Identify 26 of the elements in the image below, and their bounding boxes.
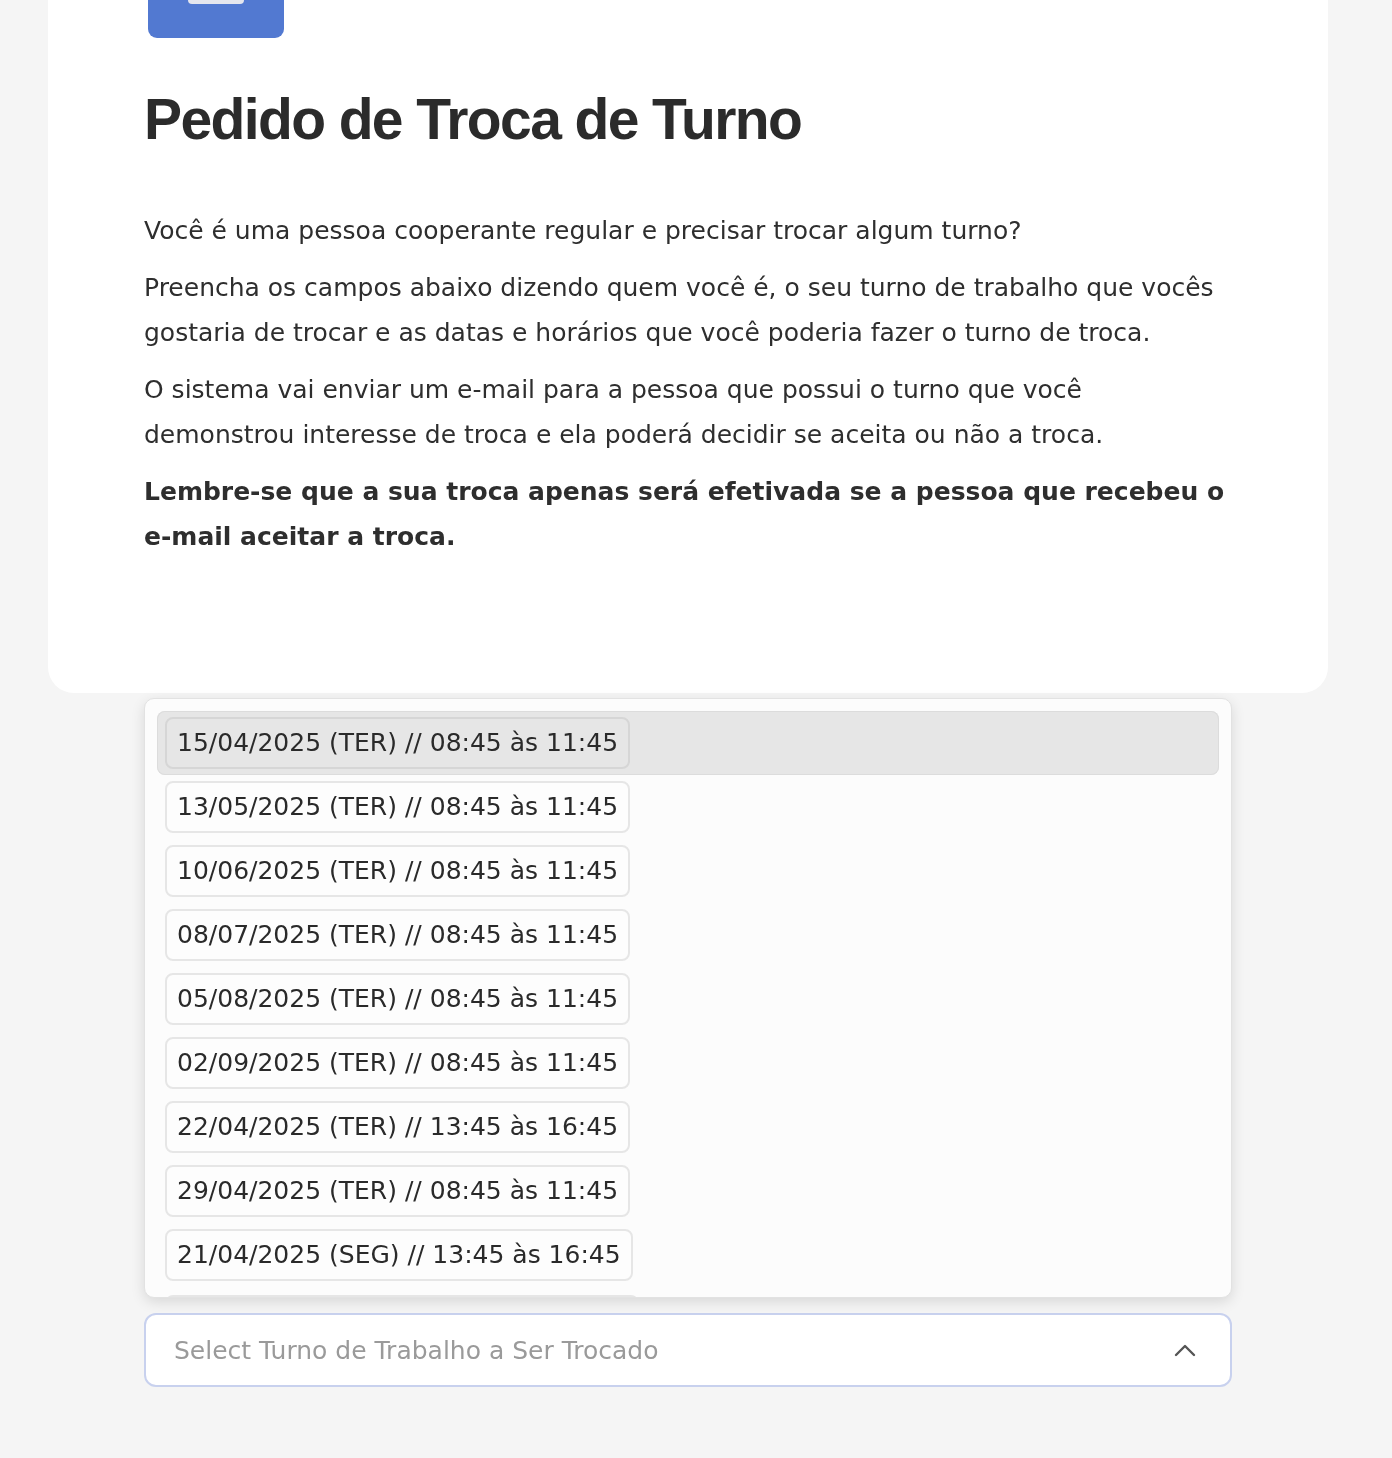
paragraph: O sistema vai enviar um e-mail para a pessoa que possui o turno que você demonstrou interesse de troca e ela poderá decidir se aceita ou não a troca. bbox=[144, 374, 1105, 451]
paragraph: Lembre-se que a sua troca apenas será efetivada se a pessoa que recebeu o e-mail aceitar a troca. bbox=[144, 476, 1226, 553]
option-label: 02/09/2025 (TER) // 08:45 às 11:45 bbox=[165, 1037, 631, 1089]
option-label: 05/08/2025 (TER) // 08:45 às 11:45 bbox=[165, 973, 631, 1025]
paragraph: Você é uma pessoa cooperante regular e precisar trocar algum turno? bbox=[144, 215, 1023, 247]
option-label: 13/05/2025 (TER) // 08:45 às 11:45 bbox=[165, 781, 631, 833]
option-label: 08/07/2025 (TER) // 08:45 às 11:45 bbox=[165, 909, 631, 961]
option-label: 29/04/2025 (TER) // 08:45 às 11:45 bbox=[165, 1165, 631, 1217]
option-row[interactable]: 05/08/2025 (TER) // 08:45 às 11:45 bbox=[157, 967, 1219, 1031]
select-placeholder: Select Turno de Trabalho a Ser Trocado bbox=[174, 1335, 659, 1365]
option-row[interactable]: 29/04/2025 (TER) // 08:45 às 11:45 bbox=[157, 1159, 1219, 1223]
option-row[interactable]: 21/04/2025 (SEG) // 13:45 às 16:45 bbox=[157, 1223, 1219, 1287]
option-row[interactable]: 08/07/2025 (TER) // 08:45 às 11:45 bbox=[157, 903, 1219, 967]
option-row[interactable]: 13/05/2025 (TER) // 08:45 às 11:45 bbox=[157, 775, 1219, 839]
option-row[interactable]: 22/04/2025 (TER) // 13:45 às 16:45 bbox=[157, 1095, 1219, 1159]
option-label: 10/06/2025 (TER) // 08:45 às 11:45 bbox=[165, 845, 631, 897]
option-label: 15/04/2025 (TER) // 08:45 às 11:45 bbox=[165, 717, 631, 769]
paragraph: Preencha os campos abaixo dizendo quem você é, o seu turno de trabalho que vocês gostaria de trocar e as datas e horários que você poderia fazer o turno de troca. bbox=[144, 272, 1215, 349]
option-label: 22/04/2025 (TER) // 13:45 às 16:45 bbox=[165, 1101, 631, 1153]
logo-icon bbox=[148, 0, 284, 38]
chevron-icon bbox=[1174, 1343, 1196, 1357]
option-row[interactable]: 15/04/2025 (TER) // 08:45 às 11:45 bbox=[157, 711, 1219, 775]
option-row[interactable]: 02/09/2025 (TER) // 08:45 às 11:45 bbox=[157, 1031, 1219, 1095]
page-title: Pedido de Troca de Turno bbox=[144, 86, 803, 153]
option-row[interactable]: 10/06/2025 (TER) // 08:45 às 11:45 bbox=[157, 839, 1219, 903]
option-label: 21/04/2025 (SEG) // 13:45 às 16:45 bbox=[165, 1229, 633, 1281]
